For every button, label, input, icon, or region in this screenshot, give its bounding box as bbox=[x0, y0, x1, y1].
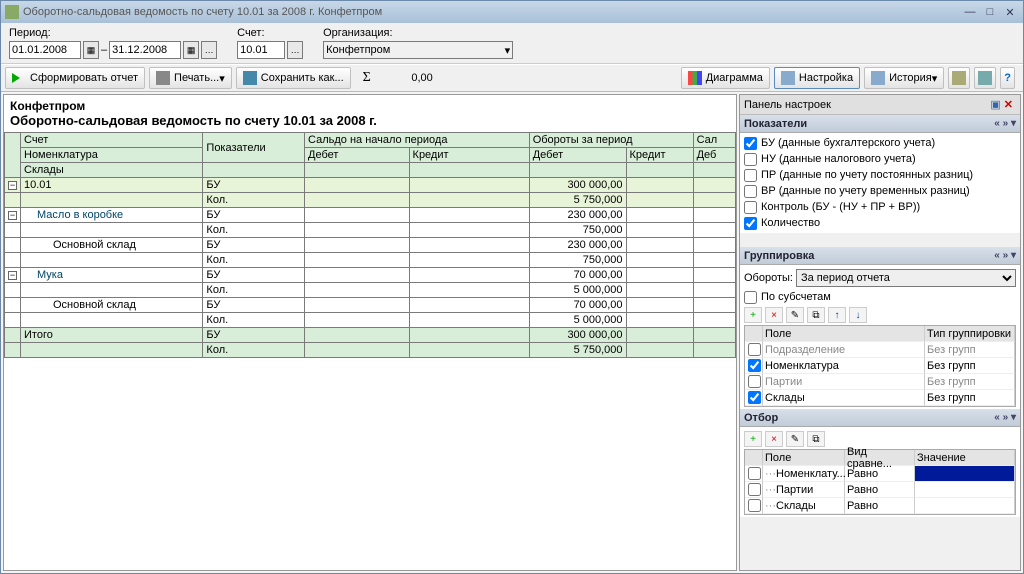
by-subaccounts-checkbox[interactable]: По субсчетам bbox=[744, 289, 1016, 305]
report-company: Конфетпром bbox=[10, 99, 730, 113]
indicators-body: БУ (данные бухгалтерского учета) НУ (дан… bbox=[740, 133, 1020, 233]
col-sal: Сал bbox=[693, 133, 735, 148]
indicator-control[interactable]: Контроль (БУ - (НУ + ПР + ВР)) bbox=[744, 199, 1016, 215]
report-title: Оборотно-сальдовая ведомость по счету 10… bbox=[10, 113, 730, 128]
filter-row[interactable]: ···Номенклату...Равно bbox=[745, 466, 1015, 482]
tree-collapse[interactable]: − bbox=[8, 271, 17, 280]
panel-detach-icon[interactable]: ▣ bbox=[990, 98, 1000, 111]
tool-misc1-button[interactable] bbox=[948, 67, 970, 89]
generate-report-button[interactable]: Сформировать отчет bbox=[5, 67, 145, 89]
maximize-button[interactable]: □ bbox=[981, 4, 999, 20]
titlebar: Оборотно-сальдовая ведомость по счету 10… bbox=[1, 1, 1023, 23]
app-window: Оборотно-сальдовая ведомость по счету 10… bbox=[0, 0, 1024, 574]
minimize-button[interactable]: — bbox=[961, 4, 979, 20]
report-area: Конфетпром Оборотно-сальдовая ведомость … bbox=[3, 94, 737, 571]
move-down-button[interactable]: ↓ bbox=[849, 307, 867, 323]
date-from-picker-icon[interactable]: ▦ bbox=[83, 41, 99, 59]
col-debit1: Дебет bbox=[305, 148, 410, 163]
filter-add-button[interactable]: + bbox=[744, 431, 762, 447]
col-indicators: Показатели bbox=[203, 133, 305, 163]
indicator-vr[interactable]: ВР (данные по учету временных разниц) bbox=[744, 183, 1016, 199]
sigma-icon: Σ bbox=[363, 70, 371, 86]
add-group-button[interactable]: + bbox=[744, 307, 762, 323]
date-from-input[interactable] bbox=[9, 41, 81, 59]
filter-row[interactable]: ···СкладыРавно bbox=[745, 498, 1015, 514]
chart-button[interactable]: Диаграмма bbox=[681, 67, 770, 89]
total-value: 0,00 bbox=[379, 72, 439, 84]
edit-group-button[interactable]: ✎ bbox=[786, 307, 804, 323]
settings-panel: Панель настроек ▣ ✕ Показатели« » ▾ БУ (… bbox=[739, 94, 1021, 571]
group-row[interactable]: ПартииБез групп bbox=[745, 374, 1015, 390]
indicator-nu[interactable]: НУ (данные налогового учета) bbox=[744, 151, 1016, 167]
period-more-button[interactable]: … bbox=[201, 41, 217, 59]
panel-header-title: Панель настроек bbox=[744, 99, 831, 111]
col-nomenclature: Номенклатура bbox=[21, 148, 203, 163]
date-to-picker-icon[interactable]: ▦ bbox=[183, 41, 199, 59]
col-credit1: Кредит bbox=[409, 148, 529, 163]
history-button[interactable]: История▾ bbox=[864, 67, 944, 89]
date-to-input[interactable] bbox=[109, 41, 181, 59]
col-stores: Склады bbox=[21, 163, 203, 178]
organization-select[interactable]: Конфетпром ▾ bbox=[323, 41, 513, 59]
print-button[interactable]: Печать...▾ bbox=[149, 67, 232, 89]
main-area: Конфетпром Оборотно-сальдовая ведомость … bbox=[1, 92, 1023, 573]
col-saldo-start: Сальдо на начало периода bbox=[305, 133, 530, 148]
account-more-button[interactable]: … bbox=[287, 41, 303, 59]
indicators-title: Показатели« » ▾ bbox=[740, 115, 1020, 133]
grouping-title: Группировка« » ▾ bbox=[740, 247, 1020, 265]
indicator-bu[interactable]: БУ (данные бухгалтерского учета) bbox=[744, 135, 1016, 151]
filter-title: Отбор« » ▾ bbox=[740, 409, 1020, 427]
copy-group-button[interactable]: ⧉ bbox=[807, 307, 825, 323]
save-as-button[interactable]: Сохранить как... bbox=[236, 67, 351, 89]
period-label: Период: bbox=[9, 27, 217, 39]
app-icon bbox=[5, 5, 19, 19]
close-button[interactable]: ✕ bbox=[1001, 4, 1019, 20]
col-turnover: Обороты за период bbox=[529, 133, 693, 148]
indicator-pr[interactable]: ПР (данные по учету постоянных разниц) bbox=[744, 167, 1016, 183]
indicator-qty[interactable]: Количество bbox=[744, 215, 1016, 231]
params-bar: Период: ▦ – ▦ … Счет: … Организация: Кон… bbox=[1, 23, 1023, 64]
col-account: Счет bbox=[21, 133, 203, 148]
help-button[interactable]: ? bbox=[1000, 67, 1015, 89]
settings-button[interactable]: Настройка bbox=[774, 67, 860, 89]
toolbar: Сформировать отчет Печать...▾ Сохранить … bbox=[1, 64, 1023, 92]
remove-group-button[interactable]: × bbox=[765, 307, 783, 323]
move-up-button[interactable]: ↑ bbox=[828, 307, 846, 323]
filter-remove-button[interactable]: × bbox=[765, 431, 783, 447]
col-deb: Деб bbox=[693, 148, 735, 163]
chevron-down-icon: ▾ bbox=[505, 44, 511, 57]
col-debit2: Дебет bbox=[529, 148, 626, 163]
window-title: Оборотно-сальдовая ведомость по счету 10… bbox=[23, 6, 382, 18]
turnover-select[interactable]: За период отчета bbox=[796, 269, 1016, 287]
filter-copy-button[interactable]: ⧉ bbox=[807, 431, 825, 447]
account-input[interactable] bbox=[237, 41, 285, 59]
filter-row[interactable]: ···ПартииРавно bbox=[745, 482, 1015, 498]
tool-misc2-button[interactable] bbox=[974, 67, 996, 89]
organization-label: Организация: bbox=[323, 27, 513, 39]
group-row[interactable]: СкладыБез групп bbox=[745, 390, 1015, 406]
filter-edit-button[interactable]: ✎ bbox=[786, 431, 804, 447]
turnover-label: Обороты: bbox=[744, 272, 793, 284]
tree-collapse[interactable]: − bbox=[8, 211, 17, 220]
tree-collapse[interactable]: − bbox=[8, 181, 17, 190]
report-table: Счет Показатели Сальдо на начало периода… bbox=[4, 132, 736, 358]
group-row[interactable]: НоменклатураБез групп bbox=[745, 358, 1015, 374]
group-row[interactable]: ПодразделениеБез групп bbox=[745, 342, 1015, 358]
account-label: Счет: bbox=[237, 27, 303, 39]
col-credit2: Кредит bbox=[626, 148, 693, 163]
panel-close-icon[interactable]: ✕ bbox=[1001, 98, 1016, 111]
